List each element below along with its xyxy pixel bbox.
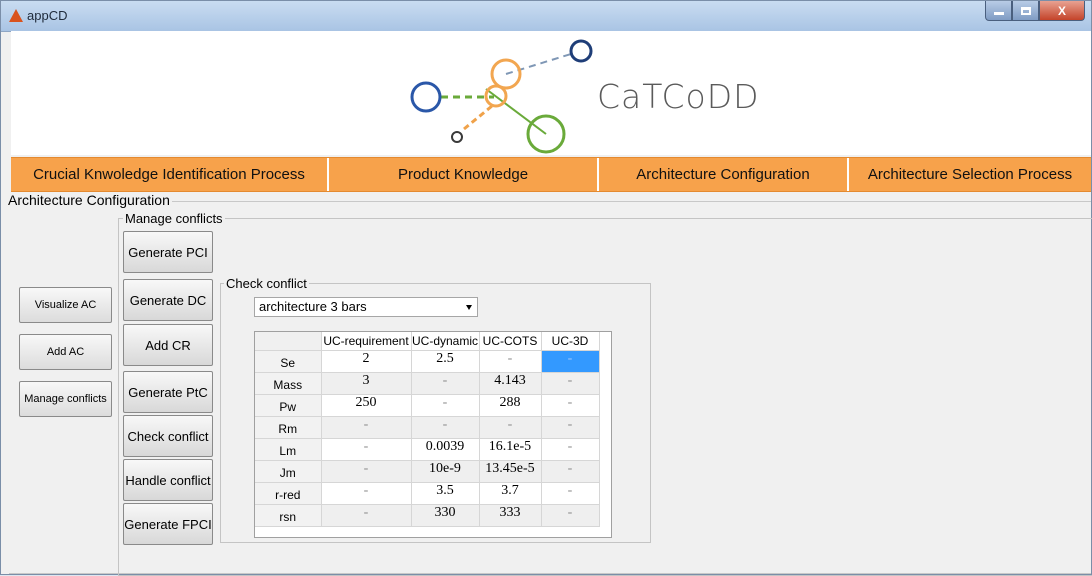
manage-conflicts-title: Manage conflicts	[123, 211, 225, 226]
table-cell[interactable]: 16.1e-5	[479, 438, 542, 461]
panel-title: Architecture Configuration	[6, 192, 172, 208]
row-header: Mass	[255, 372, 322, 395]
nav-crucial-knowledge[interactable]: Crucial Knwoledge Identification Process	[11, 158, 329, 191]
table-cell[interactable]: -	[541, 394, 600, 417]
table-cell[interactable]: -	[541, 372, 600, 395]
table-cell[interactable]: -	[541, 482, 600, 505]
maximize-button[interactable]	[1012, 1, 1039, 21]
row-header: r-red	[255, 482, 322, 505]
visualize-ac-button[interactable]: Visualize AC	[19, 287, 112, 323]
generate-dc-button[interactable]: Generate DC	[123, 279, 213, 321]
nav-architecture-selection[interactable]: Architecture Selection Process	[849, 158, 1091, 191]
table-cell[interactable]: -	[321, 482, 412, 505]
table-cell[interactable]: 3.7	[479, 482, 542, 505]
window-controls: X	[985, 1, 1085, 21]
table-row: Jm - 10e-9 13.45e-5 -	[255, 460, 600, 483]
app-window: appCD X CaTCoDD Crucial Knwoledge Identi…	[0, 0, 1092, 576]
generate-pci-button[interactable]: Generate PCI	[123, 231, 213, 273]
title-bar: appCD X	[1, 1, 1091, 32]
column-header: UC-3D	[541, 332, 600, 351]
table-cell[interactable]: 2	[321, 350, 412, 373]
table-cell[interactable]: -	[321, 504, 412, 527]
table-cell[interactable]: -	[321, 460, 412, 483]
table-cell[interactable]: 333	[479, 504, 542, 527]
table-cell[interactable]: -	[321, 416, 412, 439]
table-row: Lm - 0.0039 16.1e-5 -	[255, 438, 600, 461]
add-cr-button[interactable]: Add CR	[123, 324, 213, 366]
nav-architecture-configuration[interactable]: Architecture Configuration	[599, 158, 849, 191]
table-cell[interactable]: 330	[411, 504, 480, 527]
row-header: rsn	[255, 504, 322, 527]
maximize-icon	[1020, 6, 1031, 15]
add-ac-button[interactable]: Add AC	[19, 334, 112, 370]
main-nav: Crucial Knwoledge Identification Process…	[11, 157, 1091, 192]
table-cell[interactable]: -	[321, 438, 412, 461]
table-cell[interactable]: 2.5	[411, 350, 480, 373]
manage-conflicts-button[interactable]: Manage conflicts	[19, 381, 112, 417]
logo-text: CaTCoDD	[597, 77, 760, 116]
table-cell[interactable]: -	[411, 372, 480, 395]
table-cell[interactable]: 288	[479, 394, 542, 417]
table-row: Se 2 2.5 - -	[255, 350, 600, 373]
column-header: UC-requirement	[321, 332, 412, 351]
minimize-icon	[993, 12, 1004, 15]
generate-fpci-button[interactable]: Generate FPCI	[123, 503, 213, 545]
table-cell[interactable]: -	[541, 504, 600, 527]
architecture-select[interactable]: architecture 3 bars	[254, 297, 478, 317]
nav-product-knowledge[interactable]: Product Knowledge	[329, 158, 599, 191]
table-cell[interactable]: -	[541, 460, 600, 483]
table-cell[interactable]: -	[411, 416, 480, 439]
table-cell[interactable]: -	[541, 416, 600, 439]
table-row: Mass 3 - 4.143 -	[255, 372, 600, 395]
table-cell[interactable]: -	[479, 416, 542, 439]
check-conflict-button[interactable]: Check conflict	[123, 415, 213, 457]
table-cell[interactable]: -	[411, 394, 480, 417]
catcodd-logo-icon	[410, 39, 593, 154]
table-row: Rm - - - -	[255, 416, 600, 439]
chevron-down-icon	[466, 305, 472, 310]
handle-conflict-button[interactable]: Handle conflict	[123, 459, 213, 501]
table-row: rsn - 330 333 -	[255, 504, 600, 527]
table-cell[interactable]: 250	[321, 394, 412, 417]
table-cell[interactable]: -	[479, 350, 542, 373]
row-header: Se	[255, 350, 322, 373]
conflict-table[interactable]: UC-requirement UC-dynamic UC-COTS UC-3D …	[254, 331, 612, 538]
row-header: Jm	[255, 460, 322, 483]
close-button[interactable]: X	[1039, 1, 1085, 21]
table-row: r-red - 3.5 3.7 -	[255, 482, 600, 505]
selected-table-cell[interactable]: -	[541, 350, 600, 373]
table-cell[interactable]: 0.0039	[411, 438, 480, 461]
minimize-button[interactable]	[985, 1, 1012, 21]
window-title: appCD	[27, 8, 68, 23]
close-icon: X	[1057, 3, 1066, 18]
column-header: UC-dynamic	[411, 332, 480, 351]
row-header: Pw	[255, 394, 322, 417]
check-conflict-title: Check conflict	[224, 276, 309, 291]
table-cell[interactable]: 4.143	[479, 372, 542, 395]
table-cell[interactable]: 3	[321, 372, 412, 395]
architecture-select-value: architecture 3 bars	[259, 299, 367, 314]
table-row: Pw 250 - 288 -	[255, 394, 600, 417]
table-cell[interactable]: 3.5	[411, 482, 480, 505]
banner: CaTCoDD	[11, 31, 1091, 155]
table-cell[interactable]: 13.45e-5	[479, 460, 542, 483]
table-corner	[255, 332, 322, 351]
table-cell[interactable]: -	[541, 438, 600, 461]
row-header: Lm	[255, 438, 322, 461]
column-header: UC-COTS	[479, 332, 542, 351]
generate-ptc-button[interactable]: Generate PtC	[123, 371, 213, 413]
row-header: Rm	[255, 416, 322, 439]
table-cell[interactable]: 10e-9	[411, 460, 480, 483]
matlab-icon	[9, 9, 23, 22]
